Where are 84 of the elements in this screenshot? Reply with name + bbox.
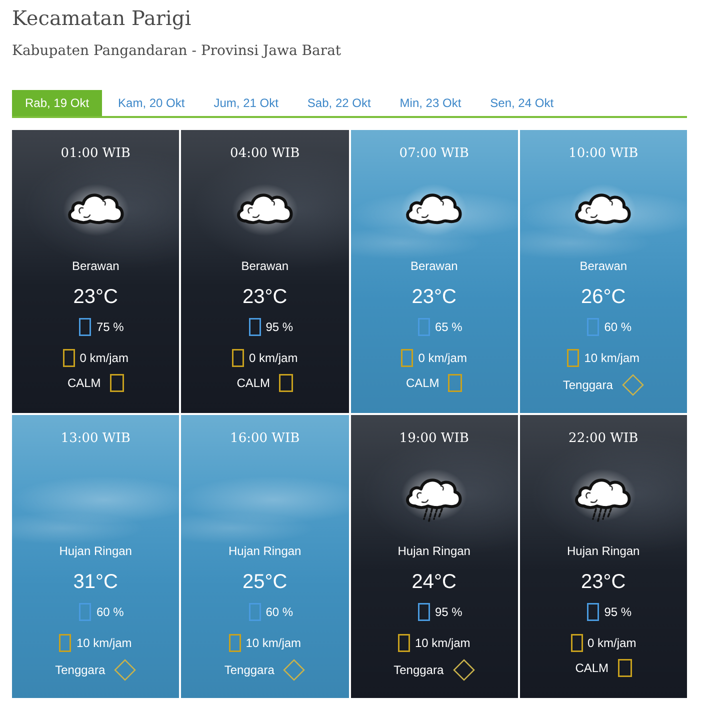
wind-speed-value: 0 km/jam <box>588 635 636 651</box>
empty-box-icon <box>248 603 261 621</box>
wind-speed-value: 0 km/jam <box>418 350 467 366</box>
wind-speed-value: 0 km/jam <box>80 350 128 366</box>
wind-direction-label: Tenggara <box>224 662 274 678</box>
empty-box-icon <box>248 318 261 336</box>
date-tab[interactable]: Sen, 24 Okt <box>477 90 567 116</box>
temperature-value: 23°C <box>242 285 288 310</box>
condition-label: Hujan Ringan <box>228 543 302 559</box>
wind-speed-value: 10 km/jam <box>584 350 640 366</box>
empty-box-icon <box>110 374 124 392</box>
humidity-value: 75 % <box>96 319 124 335</box>
date-tab[interactable]: Min, 23 Okt <box>386 90 474 116</box>
humidity-value: 60 % <box>96 604 124 620</box>
time-label: 22:00 WIB <box>568 430 638 448</box>
time-label: 16:00 WIB <box>230 430 300 448</box>
humidity-value: 95 % <box>266 319 294 335</box>
empty-box-icon <box>567 349 580 367</box>
wind-speed-value: 10 km/jam <box>414 635 470 651</box>
empty-box-icon <box>59 634 72 652</box>
date-tab[interactable]: Rab, 19 Okt <box>12 90 102 116</box>
cloud-icon <box>62 182 130 238</box>
condition-label: Berawan <box>580 258 628 274</box>
date-tab[interactable]: Kam, 20 Okt <box>105 90 198 116</box>
page-subtitle: Kabupaten Pangandaran - Provinsi Jawa Barat <box>12 42 342 61</box>
humidity-value: 95 % <box>604 604 632 620</box>
temperature-value: 26°C <box>581 285 626 310</box>
wind-direction-label: Tenggara <box>394 662 444 678</box>
rain-cloud-icon <box>569 467 638 523</box>
wind-speed-value: 10 km/jam <box>246 635 302 651</box>
empty-box-icon <box>618 659 632 677</box>
cloud-icon <box>230 182 299 238</box>
time-label: 10:00 WIB <box>568 145 638 163</box>
condition-label: Hujan Ringan <box>59 543 132 559</box>
wind-direction-label: CALM <box>67 375 101 391</box>
wind-direction-label: CALM <box>406 375 440 391</box>
time-label: 13:00 WIB <box>60 430 130 448</box>
empty-box-icon <box>448 374 462 392</box>
condition-label: Hujan Ringan <box>567 543 640 559</box>
wind-direction-label: Tenggara <box>562 377 613 393</box>
temperature-value: 31°C <box>73 570 118 595</box>
wind-direction-label: CALM <box>575 660 609 676</box>
wind-speed-value: 0 km/jam <box>249 350 298 366</box>
temperature-value: 23°C <box>412 285 456 310</box>
empty-box-icon <box>79 318 92 336</box>
condition-label: Berawan <box>241 258 289 274</box>
humidity-value: 95 % <box>434 604 462 620</box>
diamond-icon <box>283 659 306 681</box>
condition-label: Berawan <box>410 258 458 274</box>
empty-box-icon <box>587 318 600 336</box>
diamond-icon <box>114 659 136 681</box>
humidity-value: 65 % <box>434 319 462 335</box>
diamond-icon <box>622 374 644 396</box>
empty-box-icon <box>398 634 410 652</box>
temperature-value: 23°C <box>581 570 626 595</box>
wind-direction-label: CALM <box>236 375 270 391</box>
condition-label: Hujan Ringan <box>398 543 470 559</box>
empty-box-icon <box>418 603 430 621</box>
empty-box-icon <box>62 349 75 367</box>
temperature-value: 25°C <box>242 570 288 595</box>
time-label: 19:00 WIB <box>399 430 469 448</box>
humidity-value: 60 % <box>604 319 632 335</box>
diamond-icon <box>452 659 475 681</box>
empty-box-icon <box>401 349 414 367</box>
time-label: 04:00 WIB <box>230 145 300 163</box>
temperature-value: 23°C <box>73 285 118 310</box>
empty-box-icon <box>232 349 244 367</box>
temperature-value: 24°C <box>412 570 456 595</box>
empty-box-icon <box>79 603 92 621</box>
rain-cloud-icon <box>400 467 468 523</box>
date-tab[interactable]: Sab, 22 Okt <box>294 90 384 116</box>
empty-box-icon <box>279 374 294 392</box>
wind-speed-value: 10 km/jam <box>76 635 132 651</box>
date-tab[interactable]: Jum, 21 Okt <box>200 90 292 116</box>
time-label: 07:00 WIB <box>399 145 469 163</box>
empty-box-icon <box>418 318 430 336</box>
page-title: Kecamatan Parigi <box>12 6 192 30</box>
wind-direction-label: Tenggara <box>55 662 106 678</box>
humidity-value: 60 % <box>266 604 294 620</box>
empty-box-icon <box>228 634 241 652</box>
time-label: 01:00 WIB <box>60 145 130 163</box>
empty-box-icon <box>570 634 583 652</box>
empty-box-icon <box>587 603 600 621</box>
condition-label: Berawan <box>72 258 120 274</box>
